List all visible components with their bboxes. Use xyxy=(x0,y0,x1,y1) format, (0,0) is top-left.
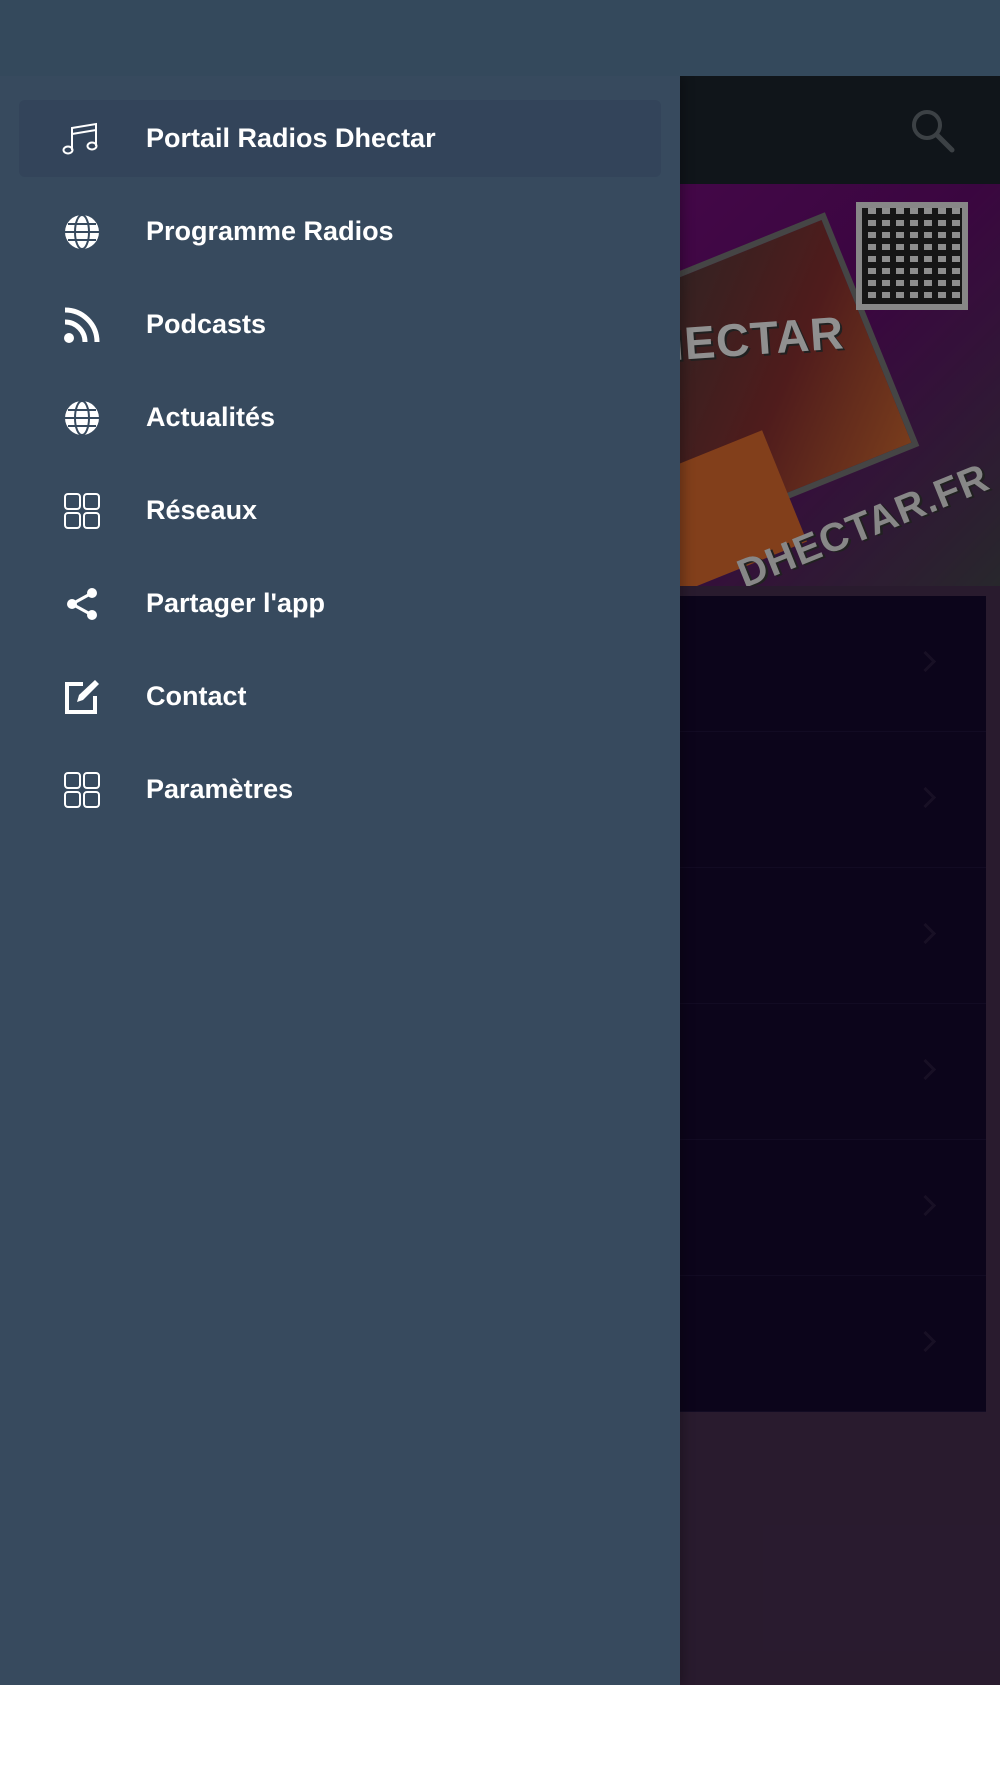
globe-icon xyxy=(60,396,104,440)
share-icon xyxy=(60,582,104,626)
menu-item-label: Programme Radios xyxy=(146,216,394,246)
menu-item-portail-radios[interactable]: Portail Radios Dhectar xyxy=(19,100,661,177)
menu-item-parametres[interactable]: Paramètres xyxy=(19,751,661,828)
app-screen: HECTAR DHECTAR.FR Portail Radios Dhectar… xyxy=(0,0,1000,1685)
edit-icon xyxy=(60,675,104,719)
menu-item-label: Podcasts xyxy=(146,309,267,339)
menu-item-actualites[interactable]: Actualités xyxy=(19,379,661,456)
menu-item-label: Partager l'app xyxy=(146,588,325,618)
grid-icon xyxy=(60,768,104,812)
menu-item-podcasts[interactable]: Podcasts xyxy=(19,286,661,363)
grid-icon xyxy=(60,489,104,533)
navigation-drawer: Portail Radios Dhectar Programme Radios xyxy=(0,76,680,1685)
menu-item-programme-radios[interactable]: Programme Radios xyxy=(19,193,661,270)
globe-icon xyxy=(60,210,104,254)
menu-item-contact[interactable]: Contact xyxy=(19,658,661,735)
menu-item-label: Contact xyxy=(146,681,247,711)
drawer-menu: Portail Radios Dhectar Programme Radios xyxy=(0,100,680,844)
menu-item-label: Réseaux xyxy=(146,495,258,525)
menu-item-label: Actualités xyxy=(146,402,276,432)
music-notes-icon xyxy=(60,117,104,161)
menu-item-partager-app[interactable]: Partager l'app xyxy=(19,565,661,642)
menu-item-label: Paramètres xyxy=(146,774,294,804)
menu-item-label: Portail Radios Dhectar xyxy=(146,123,436,153)
rss-icon xyxy=(60,303,104,347)
status-bar xyxy=(0,0,1000,76)
menu-item-reseaux[interactable]: Réseaux xyxy=(19,472,661,549)
